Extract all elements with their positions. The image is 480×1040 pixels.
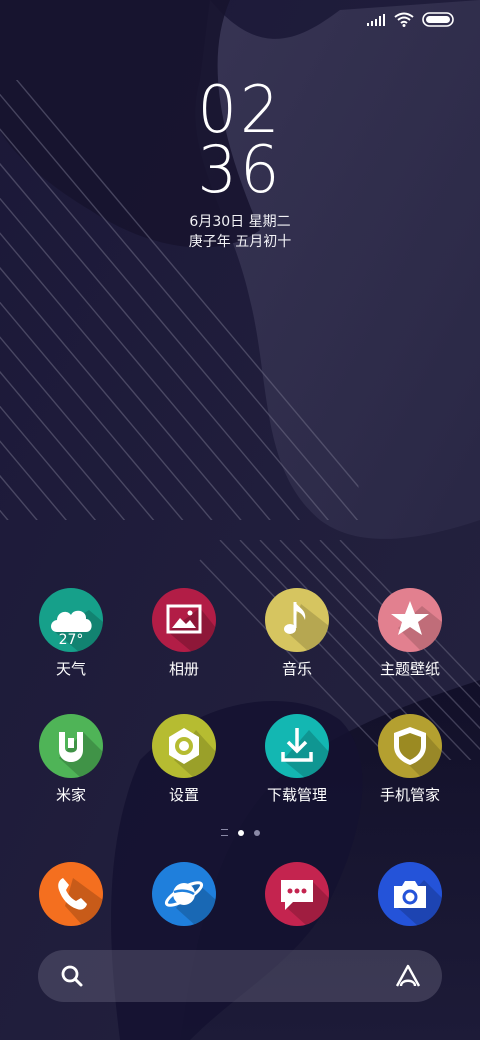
app-mijia[interactable]: 米家 xyxy=(16,714,126,804)
page-dot-active[interactable] xyxy=(237,829,244,836)
status-bar xyxy=(366,12,454,27)
dock-messages[interactable] xyxy=(242,862,352,926)
search-bar[interactable] xyxy=(38,950,442,1002)
settings-hex-icon xyxy=(152,714,216,778)
app-gallery[interactable]: 相册 xyxy=(129,588,239,678)
wifi-icon xyxy=(394,12,414,27)
page-indicator[interactable] xyxy=(0,829,480,836)
app-label: 米家 xyxy=(55,786,86,804)
app-weather[interactable]: 27° 天气 xyxy=(16,588,126,678)
weather-temp: 27° xyxy=(58,632,84,648)
mijia-icon xyxy=(39,714,103,778)
dock-camera[interactable] xyxy=(355,862,465,926)
app-label: 设置 xyxy=(168,786,199,804)
browser-planet-icon xyxy=(152,862,216,926)
battery-icon xyxy=(422,12,454,27)
page-dot[interactable] xyxy=(253,829,260,836)
lunar-date-text: 庚子年 五月初十 xyxy=(188,234,292,250)
app-label: 音乐 xyxy=(281,660,312,678)
shield-icon xyxy=(378,714,442,778)
date-text: 6月30日 星期二 xyxy=(189,214,291,230)
app-security[interactable]: 手机管家 xyxy=(355,714,465,804)
search-icon[interactable] xyxy=(60,964,84,988)
page-menu-icon[interactable] xyxy=(220,829,228,836)
gallery-icon xyxy=(152,588,216,652)
phone-icon xyxy=(39,862,103,926)
music-note-icon xyxy=(265,588,329,652)
lockscreen-clock[interactable]: 02 36 6月30日 星期二 庚子年 五月初十 xyxy=(0,77,480,252)
camera-icon xyxy=(378,862,442,926)
app-label: 天气 xyxy=(55,660,86,678)
dock-phone[interactable] xyxy=(16,862,126,926)
download-icon xyxy=(265,714,329,778)
signal-bars-icon xyxy=(367,13,385,26)
weather-cloud-icon: 27° xyxy=(39,588,103,652)
app-label: 主题壁纸 xyxy=(379,660,440,678)
app-music[interactable]: 音乐 xyxy=(242,588,352,678)
clock-minutes: 36 xyxy=(197,131,283,208)
message-icon xyxy=(265,862,329,926)
app-themes[interactable]: 主题壁纸 xyxy=(355,588,465,678)
app-label: 手机管家 xyxy=(379,786,440,804)
star-icon xyxy=(378,588,442,652)
assistant-a-icon[interactable] xyxy=(394,963,422,989)
app-settings[interactable]: 设置 xyxy=(129,714,239,804)
dock-browser[interactable] xyxy=(129,862,239,926)
app-label: 相册 xyxy=(168,660,199,678)
app-label: 下载管理 xyxy=(266,786,327,804)
app-downloads[interactable]: 下载管理 xyxy=(242,714,352,804)
